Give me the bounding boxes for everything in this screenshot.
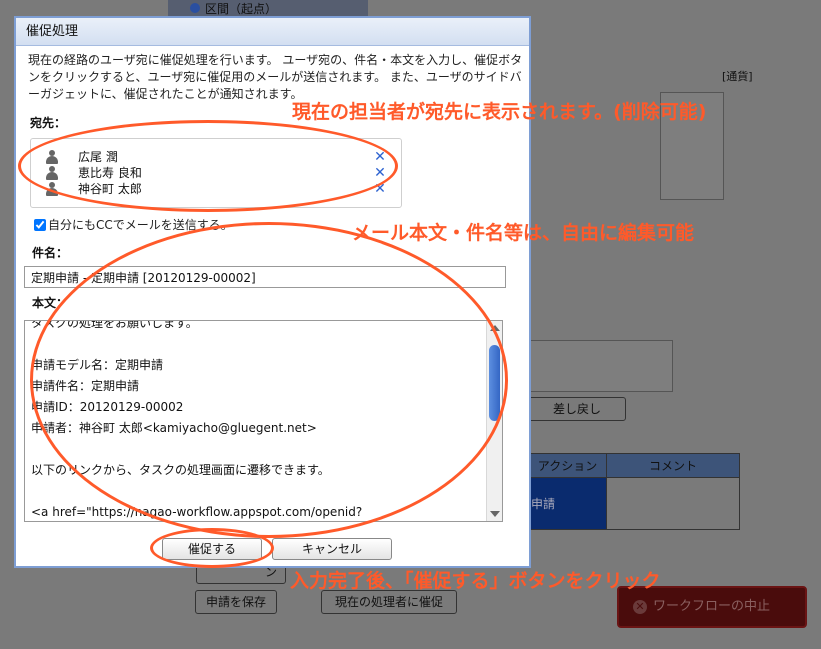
save-request-button: 申請を保存 bbox=[195, 590, 277, 614]
scroll-down-arrow-icon[interactable] bbox=[490, 511, 500, 517]
body-highlight bbox=[30, 222, 508, 538]
comment-textarea bbox=[528, 340, 673, 392]
remind-current-handler-button: 現在の処理者に催促 bbox=[321, 590, 457, 614]
help-icon bbox=[190, 3, 200, 13]
stop-workflow-label: ワークフローの中止 bbox=[653, 599, 771, 614]
section-title: 区間（起点） bbox=[205, 2, 278, 16]
button-annotation: 入力完了後、「催促する」ボタンをクリック bbox=[290, 570, 661, 592]
action-column-header: アクション bbox=[528, 453, 607, 478]
recipients-annotation: 現在の担当者が宛先に表示されます。(削除可能) bbox=[292, 101, 707, 123]
return-button: 差し戻し bbox=[528, 397, 626, 421]
action-cell: 申請 bbox=[528, 477, 607, 530]
submit-highlight bbox=[150, 528, 274, 568]
comment-cell bbox=[606, 477, 740, 530]
recipients-highlight bbox=[18, 120, 398, 212]
comment-column-header: コメント bbox=[606, 453, 740, 478]
body-annotation: メール本文・件名等は、自由に編集可能 bbox=[352, 222, 695, 244]
cancel-button[interactable]: キャンセル bbox=[272, 538, 392, 560]
history-table: アクション コメント 申請 bbox=[528, 453, 740, 530]
recipients-label: 宛先： bbox=[30, 116, 67, 130]
dialog-title: 催促処理 bbox=[16, 18, 529, 46]
close-circle-icon: ✕ bbox=[633, 599, 647, 614]
cc-self-checkbox[interactable] bbox=[34, 219, 46, 231]
subject-label: 件名： bbox=[32, 246, 69, 260]
dialog-description: 現在の経路のユーザ宛に催促処理を行います。 ユーザ宛の、件名・本文を入力し、催促… bbox=[28, 53, 523, 101]
currency-label: [通貨] bbox=[722, 70, 753, 83]
